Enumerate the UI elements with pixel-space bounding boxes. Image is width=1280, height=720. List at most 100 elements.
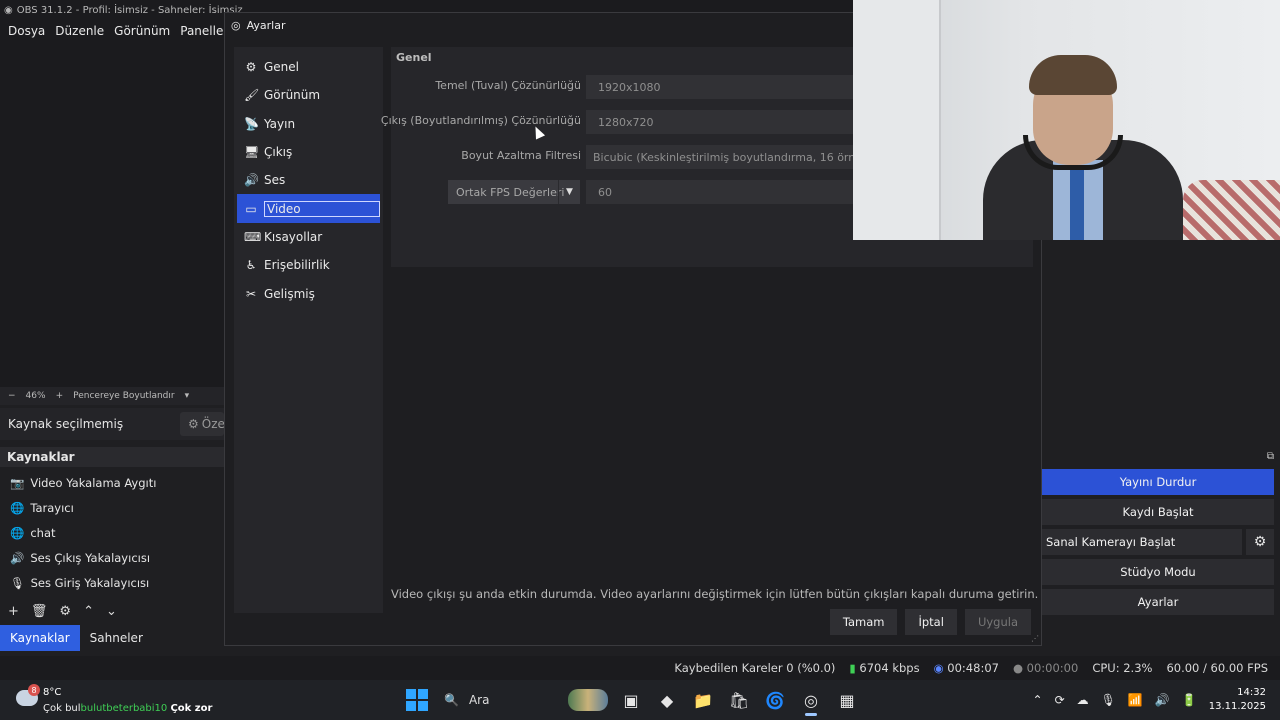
speaker-icon: 🔊 xyxy=(244,173,259,188)
fps-type-label: Ortak FPS Değerleri xyxy=(456,185,565,199)
overlay-username: bulutbeterbabi10 xyxy=(80,703,168,714)
store-icon[interactable]: 🛍 xyxy=(724,684,754,716)
base-resolution-label: Temel (Tuval) Çözünürlüğü xyxy=(435,79,581,92)
settings-button[interactable]: Ayarlar xyxy=(1042,589,1274,615)
volume-icon[interactable]: 🔊 xyxy=(1155,693,1170,707)
obs-window-title: OBS 31.1.2 - Profil: İsimsiz - Sahneler:… xyxy=(16,4,243,16)
accessibility-icon: ♿ xyxy=(245,258,257,273)
list-item[interactable]: 🌐 chat xyxy=(0,520,224,545)
bitrate: 6704 kbps xyxy=(859,661,920,675)
add-source-icon[interactable]: + xyxy=(8,604,19,619)
nav-appearance[interactable]: 🖌 Görünüm xyxy=(234,81,383,109)
preview-area[interactable] xyxy=(0,42,224,387)
nav-stream[interactable]: 📡 Yayın xyxy=(234,110,383,138)
nav-hotkeys[interactable]: ⌨ Kısayollar xyxy=(234,223,383,251)
wifi-icon[interactable]: 📶 xyxy=(1128,693,1143,707)
list-item[interactable]: 📷 Video Yakalama Aygıtı xyxy=(0,470,224,495)
filters-button[interactable]: ⚙ Öze xyxy=(180,412,225,436)
app-taskbar-icon[interactable]: ▦ xyxy=(832,684,862,716)
nav-video[interactable]: ▭ Video xyxy=(237,194,380,223)
sources-list: 📷 Video Yakalama Aygıtı 🌐 Tarayıcı 🌐 cha… xyxy=(0,470,224,595)
undock-icon[interactable]: ⧉ xyxy=(1042,447,1280,465)
record-icon: ● xyxy=(1012,661,1023,675)
nav-label: Erişebilirlik xyxy=(264,258,330,273)
list-item[interactable]: 🌐 Tarayıcı xyxy=(0,495,224,520)
ok-button[interactable]: Tamam xyxy=(829,609,898,635)
nav-output[interactable]: 🖥 Çıkış xyxy=(234,138,383,166)
nav-label: Kısayollar xyxy=(264,229,323,244)
system-tray: ⌃ ⟳ ☁ 🎙 📶 🔊 🔋 14:32 13.11.2025 xyxy=(1033,680,1280,720)
source-toolbar: Kaynak seçilmemiş ⚙ Öze xyxy=(0,408,225,440)
chevron-down-icon: ▼ xyxy=(558,180,580,204)
resize-grip-icon[interactable]: ⋰ xyxy=(1031,634,1039,643)
menu-edit[interactable]: Düzenle xyxy=(53,24,110,38)
webcam-preview xyxy=(853,0,1280,240)
webcam-door xyxy=(853,0,941,240)
chevron-down-icon[interactable]: ⌄ xyxy=(106,604,117,619)
stream-time: 00:48:07 xyxy=(947,661,999,675)
webcam-person-tie xyxy=(1070,165,1084,240)
camera-icon: 📷 xyxy=(10,475,25,490)
mic-icon[interactable]: 🎙 xyxy=(1101,693,1116,707)
chevron-down-icon[interactable]: ▾ xyxy=(185,391,190,401)
globe-icon: 🌐 xyxy=(10,525,25,540)
file-explorer-icon[interactable]: 📁 xyxy=(688,684,718,716)
search-label: Ara xyxy=(468,693,490,707)
battery-icon[interactable]: 🔋 xyxy=(1182,693,1197,707)
fps-type-select[interactable]: Ortak FPS Değerleri ▼ xyxy=(448,180,580,204)
task-view-icon[interactable]: ▣ xyxy=(616,684,646,716)
list-item[interactable]: 🔊 Ses Çıkış Yakalayıcısı xyxy=(0,545,224,570)
start-virtualcam-button[interactable]: Sanal Kamerayı Başlat xyxy=(1042,529,1242,555)
clock[interactable]: 14:32 13.11.2025 xyxy=(1209,686,1266,714)
webcam-sofa xyxy=(1183,180,1280,240)
onedrive-icon[interactable]: ☁ xyxy=(1077,693,1089,707)
nav-general[interactable]: ⚙ Genel xyxy=(234,53,383,81)
zoom-bar: − 46% + Pencereye Boyutlandır ▾ xyxy=(0,387,224,405)
chevron-up-icon[interactable]: ⌃ xyxy=(1033,693,1043,707)
studio-mode-button[interactable]: Stüdyo Modu xyxy=(1042,559,1274,585)
trash-icon[interactable]: 🗑 xyxy=(31,604,48,619)
start-record-button[interactable]: Kaydı Başlat xyxy=(1042,499,1274,525)
keyboard-icon: ⌨ xyxy=(244,229,262,244)
nav-audio[interactable]: 🔊 Ses xyxy=(234,166,383,194)
tab-scenes[interactable]: Sahneler xyxy=(80,625,153,651)
zoom-in-button[interactable]: + xyxy=(56,391,64,401)
nav-accessibility[interactable]: ♿ Erişebilirlik xyxy=(234,251,383,279)
obs-logo-icon: ◎ xyxy=(231,18,241,32)
cancel-button[interactable]: İptal xyxy=(905,609,957,635)
gear-icon[interactable]: ⚙ xyxy=(1246,529,1274,555)
weather-temp: 8°C xyxy=(43,687,62,698)
stop-stream-button[interactable]: Yayını Durdur xyxy=(1042,469,1274,495)
copilot-icon[interactable]: ◆ xyxy=(652,684,682,716)
source-label: Ses Giriş Yakalayıcısı xyxy=(30,575,150,590)
zoom-out-button[interactable]: − xyxy=(8,391,16,401)
gear-icon: ⚙ xyxy=(188,417,199,431)
zoom-mode[interactable]: Pencereye Boyutlandır xyxy=(73,391,174,401)
menu-view[interactable]: Görünüm xyxy=(112,24,176,38)
gear-icon[interactable]: ⚙ xyxy=(59,604,71,619)
dock-tabs: Kaynaklar Sahneler xyxy=(0,625,153,651)
windows-start-icon[interactable] xyxy=(406,689,428,711)
weather-desc-prefix: Çok bul xyxy=(43,703,81,714)
stream-icon: ◉ xyxy=(933,661,944,675)
edge-icon[interactable]: 🌀 xyxy=(760,684,790,716)
sync-icon[interactable]: ⟳ xyxy=(1055,693,1065,707)
obs-taskbar-icon[interactable]: ◎ xyxy=(796,684,826,716)
mic-icon: 🎙 xyxy=(10,575,25,590)
chevron-up-icon[interactable]: ⌃ xyxy=(83,604,94,619)
tab-sources[interactable]: Kaynaklar xyxy=(0,625,80,651)
record-time: 00:00:00 xyxy=(1026,661,1079,675)
list-item[interactable]: 🎙 Ses Giriş Yakalayıcısı xyxy=(0,570,224,595)
controls-dock: ⧉ Yayını Durdur Kaydı Başlat Sanal Kamer… xyxy=(1042,447,1280,615)
nav-label: Görünüm xyxy=(264,88,321,103)
filters-label: Öze xyxy=(201,417,225,431)
weather-widget[interactable]: 8 8°C Çok bulbulutbeterbabi10 Çok zor xyxy=(16,684,212,716)
dialog-buttons: Tamam İptal Uygula xyxy=(829,609,1031,635)
taskbar-search[interactable]: 🔍 Ara xyxy=(434,684,610,716)
nav-advanced[interactable]: ✂ Gelişmiş xyxy=(234,279,383,307)
clock-time: 14:32 xyxy=(1237,687,1266,698)
apply-button[interactable]: Uygula xyxy=(964,609,1031,635)
menu-file[interactable]: Dosya xyxy=(6,24,51,38)
obs-logo-icon: ◉ xyxy=(4,4,13,16)
webcam-person-hair xyxy=(1029,55,1117,95)
